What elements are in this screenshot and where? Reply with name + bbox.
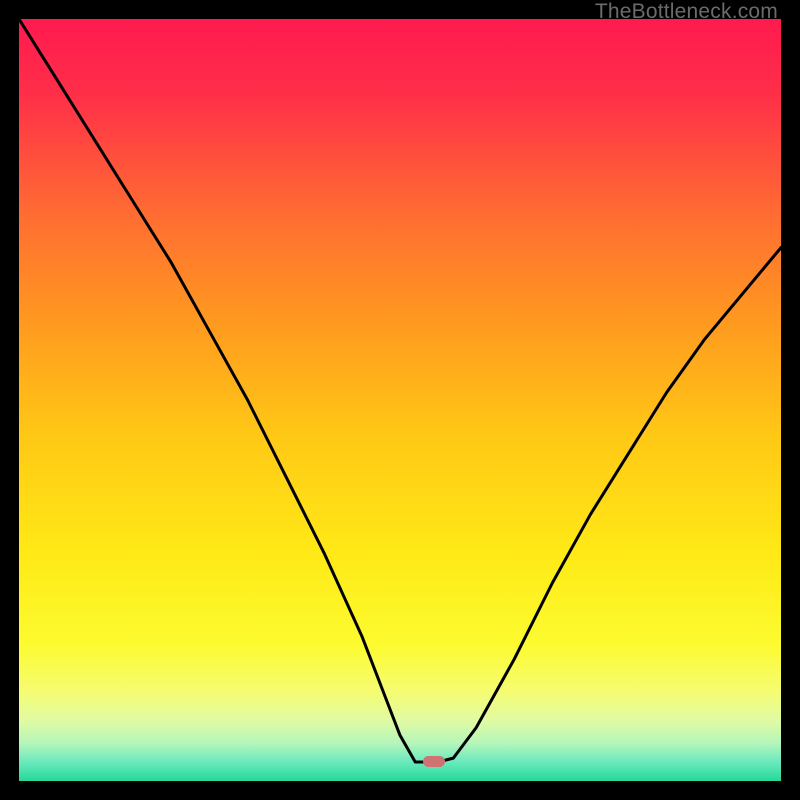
optimal-point-marker: [423, 756, 445, 767]
chart-frame: TheBottleneck.com: [0, 0, 800, 800]
plot-area: [19, 19, 781, 781]
watermark-text: TheBottleneck.com: [595, 0, 778, 24]
bottleneck-curve: [19, 19, 781, 781]
